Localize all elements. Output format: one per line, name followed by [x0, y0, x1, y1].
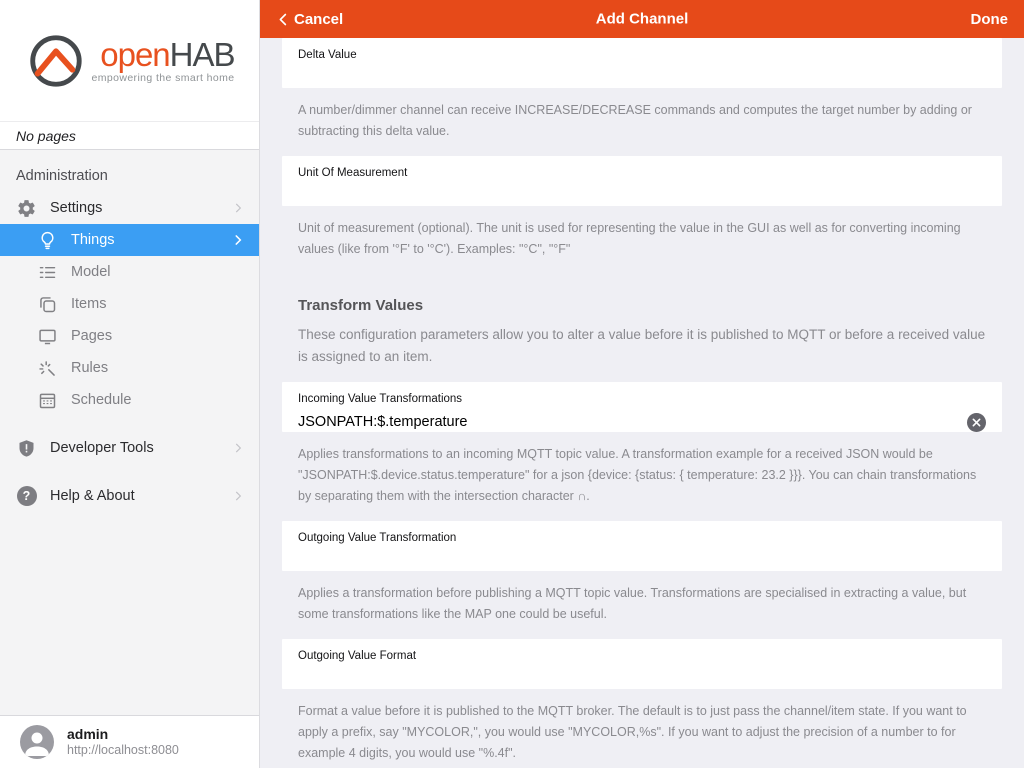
field-description: Applies a transformation before publishi…	[282, 583, 1002, 625]
copy-squares-icon	[37, 294, 58, 315]
menu-spacer	[0, 464, 259, 480]
sidebar-item-label: Pages	[71, 328, 112, 344]
field-outgoing-value-transformation[interactable]: Outgoing Value Transformation	[282, 521, 1002, 571]
field-label: Delta Value	[298, 49, 986, 62]
chevron-right-icon	[231, 201, 245, 215]
chevron-right-icon	[231, 489, 245, 503]
chevron-left-icon	[276, 12, 291, 27]
sidebar-item-items[interactable]: Items	[0, 288, 259, 320]
form-content: Delta Value A number/dimmer channel can …	[260, 38, 1024, 768]
no-pages-label: No pages	[0, 121, 259, 150]
field-description: Unit of measurement (optional). The unit…	[282, 218, 1002, 260]
sidebar: openHAB empowering the smart home No pag…	[0, 0, 260, 768]
sidebar-item-help-about[interactable]: ? Help & About	[0, 480, 259, 512]
calendar-icon	[37, 390, 58, 411]
navbar: Cancel Add Channel Done	[260, 0, 1024, 38]
sidebar-item-label: Items	[71, 296, 106, 312]
avatar	[20, 725, 54, 759]
openhab-logo-icon	[24, 30, 86, 92]
sidebar-item-label: Developer Tools	[50, 440, 154, 456]
field-incoming-value-transformations[interactable]: Incoming Value Transformations JSONPATH:…	[282, 382, 1002, 432]
chevron-right-icon	[231, 233, 245, 247]
field-label: Unit Of Measurement	[298, 167, 986, 180]
section-description: These configuration parameters allow you…	[282, 324, 1002, 368]
menu-spacer	[0, 416, 259, 432]
sidebar-menu: Administration Settings Things Model	[0, 150, 259, 715]
field-label: Incoming Value Transformations	[298, 393, 986, 406]
field-delta-value[interactable]: Delta Value	[282, 38, 1002, 88]
sidebar-item-settings[interactable]: Settings	[0, 192, 259, 224]
field-description: A number/dimmer channel can receive INCR…	[282, 100, 1002, 142]
main-panel: Cancel Add Channel Done Delta Value A nu…	[260, 0, 1024, 768]
done-button[interactable]: Done	[971, 11, 1009, 28]
field-outgoing-value-format[interactable]: Outgoing Value Format	[282, 639, 1002, 689]
brand-text: openHAB	[100, 38, 234, 71]
sidebar-item-label: Schedule	[71, 392, 131, 408]
sidebar-item-rules[interactable]: Rules	[0, 352, 259, 384]
brand-tagline: empowering the smart home	[91, 72, 234, 84]
sidebar-item-pages[interactable]: Pages	[0, 320, 259, 352]
clear-input-icon[interactable]	[967, 413, 986, 432]
sparkle-icon	[37, 358, 58, 379]
server-url: http://localhost:8080	[67, 743, 179, 758]
incoming-value-transformations-input[interactable]: JSONPATH:$.temperature	[298, 414, 468, 430]
model-tree-icon	[37, 262, 58, 283]
user-name: admin	[67, 726, 179, 743]
sidebar-item-model[interactable]: Model	[0, 256, 259, 288]
cancel-button[interactable]: Cancel	[276, 11, 343, 28]
openhab-logo: openHAB empowering the smart home	[24, 30, 234, 92]
user-panel[interactable]: admin http://localhost:8080	[0, 715, 259, 768]
page-title: Add Channel	[596, 11, 689, 28]
chevron-right-icon	[231, 441, 245, 455]
sidebar-item-label: Things	[71, 232, 115, 248]
logo-panel: openHAB empowering the smart home	[0, 0, 259, 121]
sidebar-item-label: Help & About	[50, 488, 135, 504]
lightbulb-icon	[37, 230, 58, 251]
sidebar-item-label: Model	[71, 264, 111, 280]
field-label: Outgoing Value Format	[298, 650, 986, 663]
gear-icon	[16, 198, 37, 219]
monitor-icon	[37, 326, 58, 347]
question-circle-icon: ?	[16, 486, 37, 507]
section-title-transform-values: Transform Values	[282, 296, 1002, 316]
sidebar-item-label: Settings	[50, 200, 102, 216]
field-unit-of-measurement[interactable]: Unit Of Measurement	[282, 156, 1002, 206]
sidebar-item-label: Rules	[71, 360, 108, 376]
administration-section-title: Administration	[0, 168, 259, 184]
sidebar-item-developer-tools[interactable]: Developer Tools	[0, 432, 259, 464]
sidebar-item-schedule[interactable]: Schedule	[0, 384, 259, 416]
field-description: Format a value before it is published to…	[282, 701, 1002, 764]
field-label: Outgoing Value Transformation	[298, 532, 986, 545]
shield-exclamation-icon	[16, 438, 37, 459]
field-description: Applies transformations to an incoming M…	[282, 444, 1002, 507]
sidebar-item-things[interactable]: Things	[0, 224, 259, 256]
